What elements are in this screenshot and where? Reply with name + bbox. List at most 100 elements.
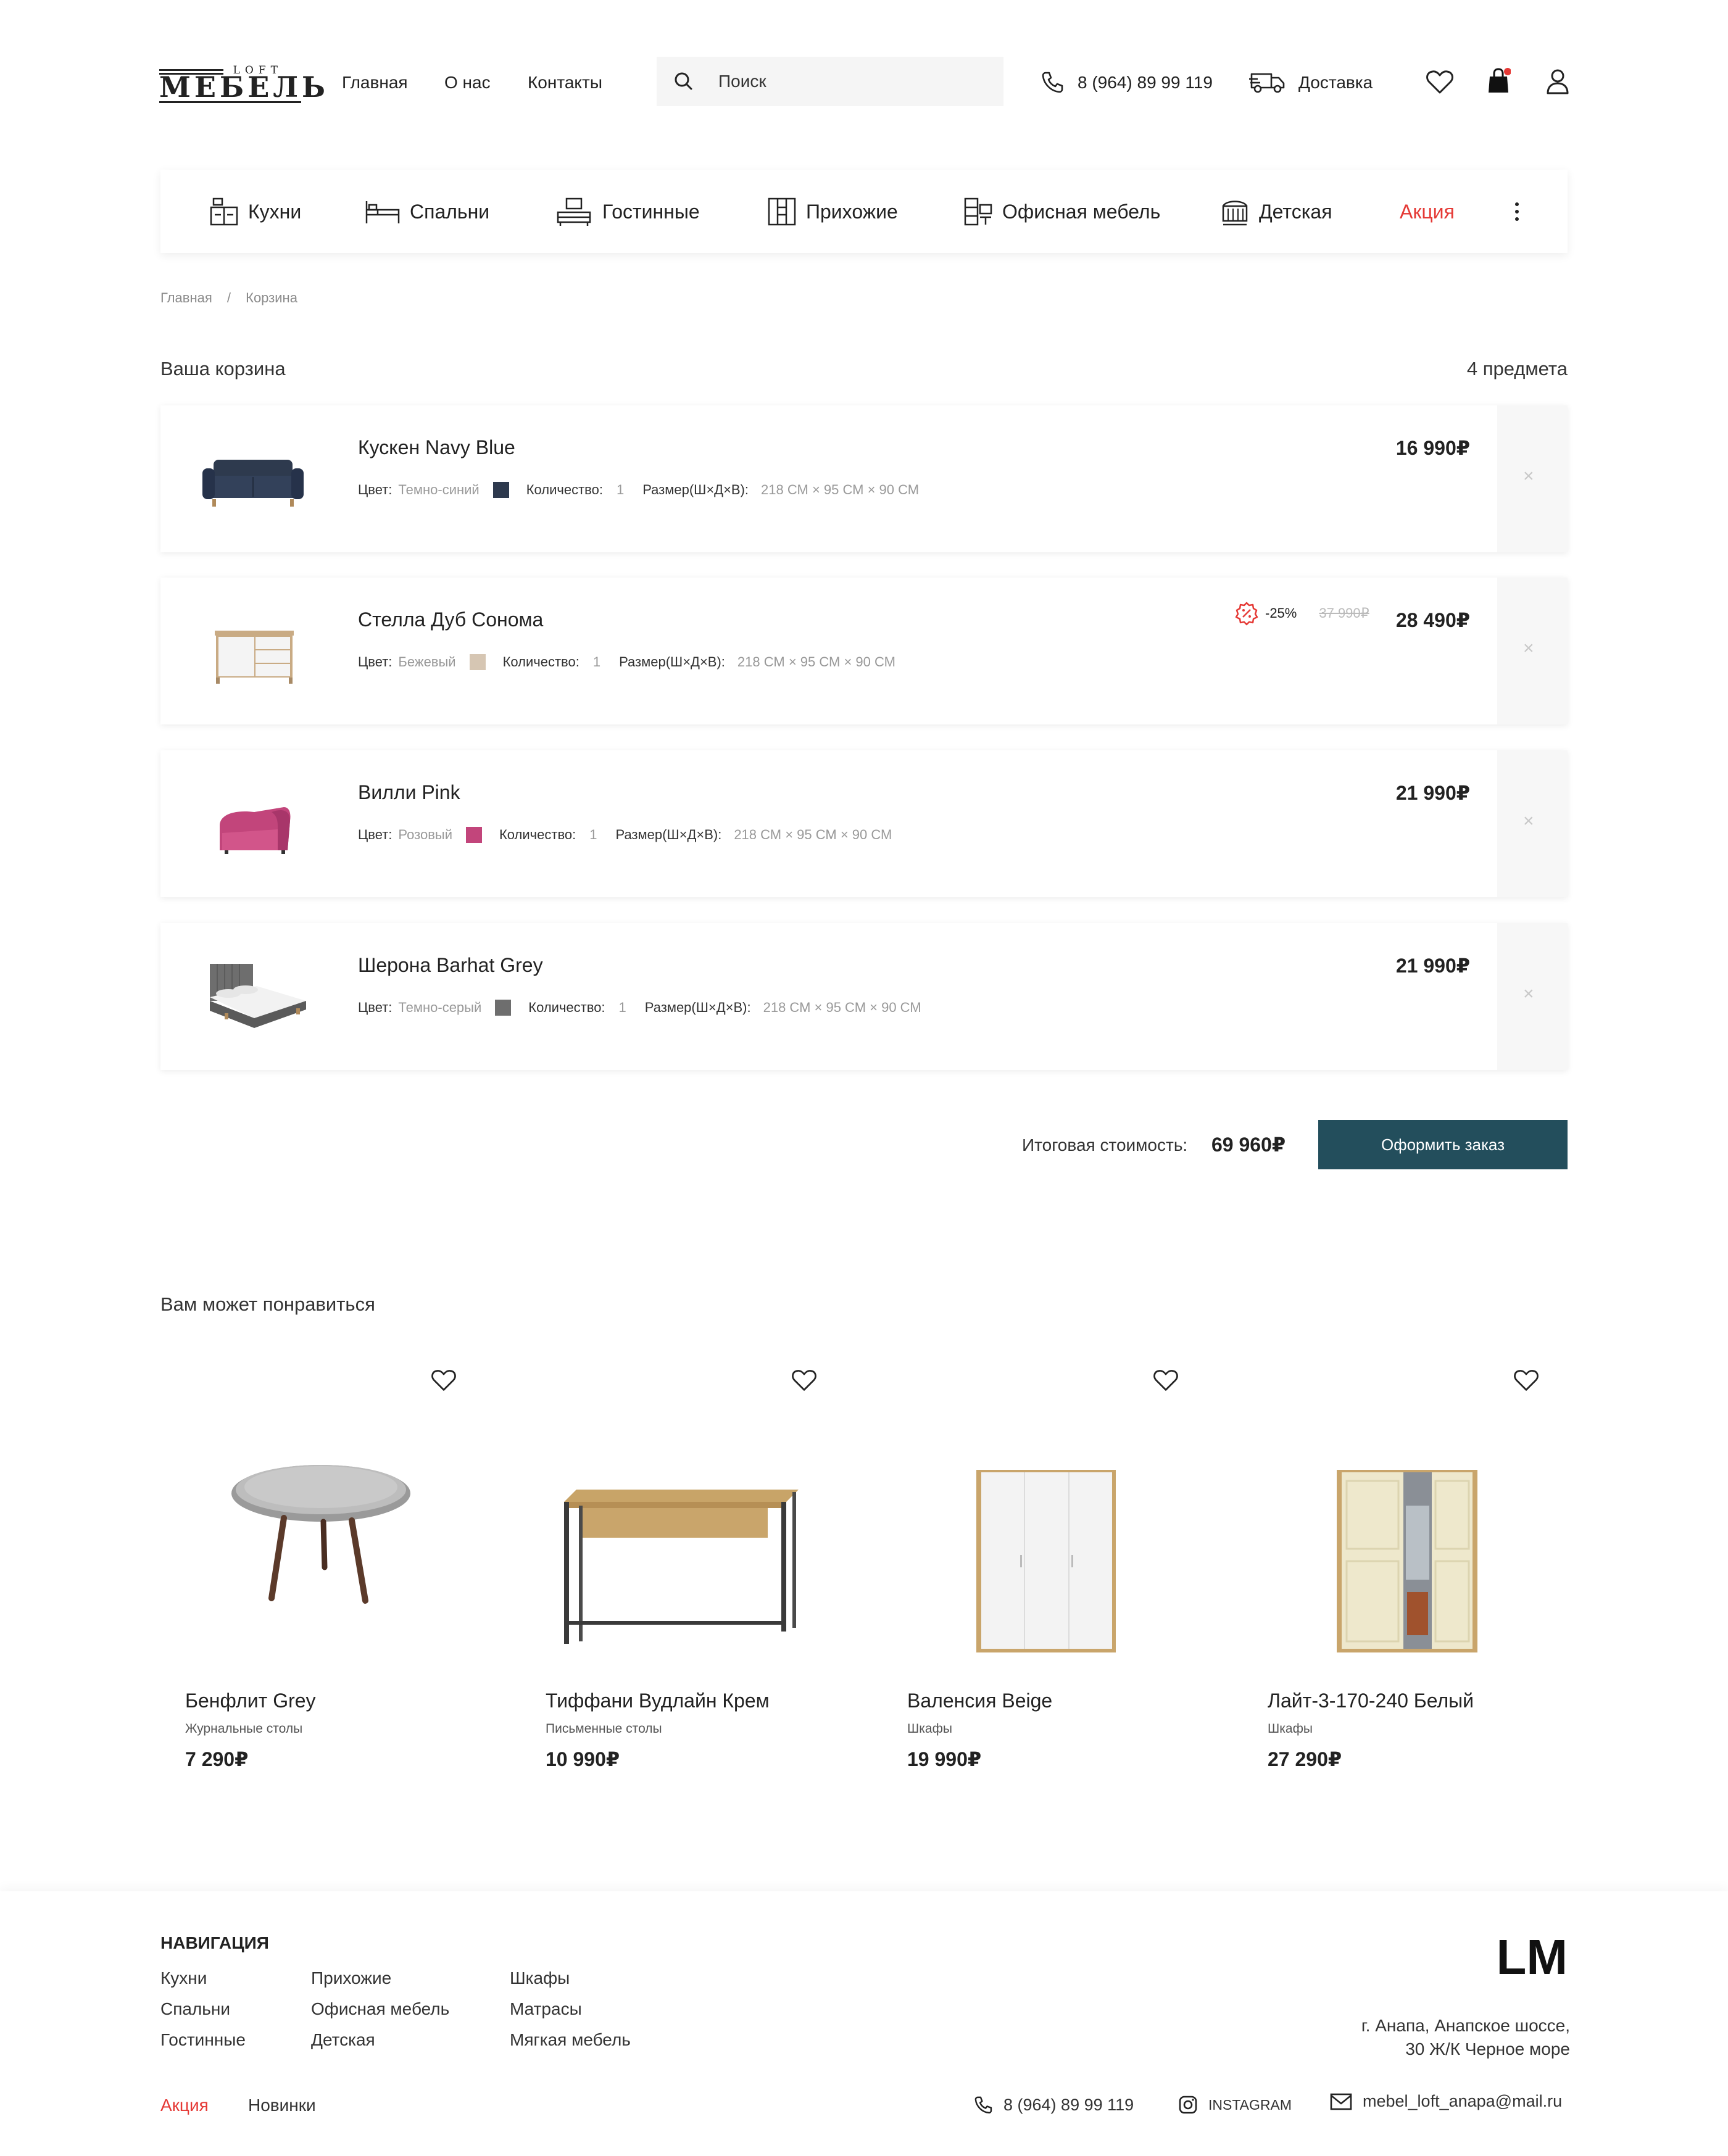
heart-icon[interactable] [1426,69,1454,95]
nav-about[interactable]: О нас [444,73,491,93]
remove-item-button[interactable]: × [1497,578,1568,724]
item-meta: Цвет: Бежевый Количество: 1 Размер(Ш×Д×В… [358,654,895,670]
category-kitchens[interactable]: Кухни [209,196,301,228]
category-bedrooms[interactable]: Спальни [364,196,489,228]
cart-count: 4 предмета [1466,358,1568,379]
category-sale[interactable]: Акция [1400,196,1455,228]
armchair-image[interactable] [185,769,321,879]
product-card[interactable]: Валенсия Beige Шкафы 19 990₽ [883,1364,1203,1783]
qty-label: Количество: [528,1000,605,1015]
qty-value[interactable]: 1 [619,1000,626,1016]
search-input[interactable]: Поиск [657,57,1003,106]
product-name[interactable]: Тиффани Вудлайн Крем [546,1690,770,1712]
product-name[interactable]: Бенфлит Grey [185,1690,316,1712]
close-icon: × [1523,638,1534,658]
wardrobe-image [907,1413,1179,1660]
total-price: 69 960₽ [1211,1134,1286,1156]
qty-value[interactable]: 1 [593,654,600,670]
size-value: 218 СМ × 95 СМ × 90 СМ [734,827,892,842]
footer-instagram-text: INSTAGRAM [1208,2096,1292,2113]
footer-instagram[interactable]: INSTAGRAM [1178,2094,1292,2115]
product-card[interactable]: Лайт-3-170-240 Белый Шкафы 27 290₽ [1243,1364,1564,1783]
product-card[interactable]: Тиффани Вудлайн Крем Письменные столы 10… [521,1364,842,1783]
kitchen-icon [209,196,239,227]
category-label: Офисная мебель [1002,200,1161,223]
product-category: Журнальные столы [185,1722,303,1736]
category-hallways[interactable]: Прихожие [766,196,898,228]
breadcrumb-home[interactable]: Главная [160,290,212,305]
discount-badge-icon [1234,601,1259,626]
category-living-rooms[interactable]: Гостинные [554,196,700,228]
item-name[interactable]: Вилли Pink [358,781,460,804]
product-price: 7 290₽ [185,1748,249,1770]
category-office[interactable]: Офисная мебель [963,196,1160,228]
site-logo[interactable]: LOFT МЕБЕЛЬ [159,64,325,103]
heart-icon[interactable] [431,1369,457,1392]
qty-value[interactable]: 1 [589,827,597,843]
footer-email[interactable]: mebel_loft_anapa@mail.ru [1329,2092,1562,2111]
product-price: 10 990₽ [546,1748,620,1770]
heart-icon[interactable] [1153,1369,1179,1392]
footer-link-soft-furniture[interactable]: Мягкая мебель [510,2030,631,2050]
nav-contacts[interactable]: Контакты [528,73,602,93]
color-value: Бежевый [398,654,456,670]
sofa-image[interactable] [185,424,321,534]
desk-image [546,1413,817,1660]
delivery-link[interactable]: Доставка [1298,73,1373,93]
hallway-icon [766,196,797,227]
user-icon[interactable] [1545,68,1570,95]
footer-link-hallways[interactable]: Прихожие [311,1968,391,1988]
color-swatch [469,654,486,670]
product-name[interactable]: Валенсия Beige [907,1690,1052,1712]
remove-item-button[interactable]: × [1497,750,1568,897]
mirror-wardrobe-image [1268,1413,1539,1660]
breadcrumb-separator: / [226,290,231,305]
footer-link-kids[interactable]: Детская [311,2030,375,2050]
footer-address: г. Анапа, Анапское шоссе, 30 Ж/К Черное … [1361,2014,1570,2061]
bag-icon[interactable] [1486,67,1511,95]
footer-link-wardrobes[interactable]: Шкафы [510,1968,570,1988]
heart-icon[interactable] [791,1369,817,1392]
color-label: Цвет: [358,482,393,497]
remove-item-button[interactable]: × [1497,923,1568,1070]
footer-link-living-rooms[interactable]: Гостинные [160,2030,246,2050]
heart-icon[interactable] [1513,1369,1539,1392]
recommendations-title: Вам может понравиться [160,1293,375,1315]
nav-home[interactable]: Главная [342,73,408,93]
checkout-button[interactable]: Оформить заказ [1318,1120,1568,1169]
category-label: Спальни [410,200,490,223]
footer-link-new[interactable]: Новинки [248,2096,316,2115]
item-name[interactable]: Шерона Barhat Grey [358,954,543,977]
color-swatch [495,1000,512,1016]
header-phone[interactable]: 8 (964) 89 99 119 [1078,73,1213,93]
coffee-table-image [185,1413,457,1660]
color-label: Цвет: [358,654,393,670]
footer-link-sale[interactable]: Акция [160,2096,209,2115]
dresser-image[interactable] [185,596,321,706]
phone-icon [1039,69,1065,95]
more-menu-icon[interactable] [1513,196,1521,228]
item-name[interactable]: Кускен Navy Blue [358,436,515,459]
product-card[interactable]: Бенфлит Grey Журнальные столы 7 290₽ [160,1364,481,1783]
footer-link-kitchens[interactable]: Кухни [160,1968,207,1988]
category-kids[interactable]: Детская [1219,196,1332,228]
breadcrumb: Главная / Корзина [160,290,297,306]
footer-link-mattresses[interactable]: Матрасы [510,1999,582,2019]
qty-label: Количество: [502,654,579,670]
item-meta: Цвет: Темно-синий Количество: 1 Размер(Ш… [358,482,919,498]
address-line: г. Анапа, Анапское шоссе, [1361,2016,1570,2035]
category-label: Акция [1400,200,1455,223]
footer-link-office[interactable]: Офисная мебель [311,1999,449,2019]
size-value: 218 СМ × 95 СМ × 90 СМ [761,482,920,497]
footer-phone[interactable]: 8 (964) 89 99 119 [973,2094,1134,2115]
qty-value[interactable]: 1 [617,482,624,498]
footer-logo[interactable]: LM [1496,1929,1568,1986]
product-name[interactable]: Лайт-3-170-240 Белый [1268,1690,1474,1712]
footer-link-bedrooms[interactable]: Спальни [160,1999,230,2019]
remove-item-button[interactable]: × [1497,405,1568,552]
item-name[interactable]: Стелла Дуб Сонома [358,608,543,631]
footer-nav-title: НАВИГАЦИЯ [160,1933,269,1952]
bed-image[interactable] [185,942,321,1051]
cart-item: Кускен Navy Blue Цвет: Темно-синий Колич… [160,405,1568,552]
address-line: 30 Ж/К Черное море [1405,2039,1570,2059]
